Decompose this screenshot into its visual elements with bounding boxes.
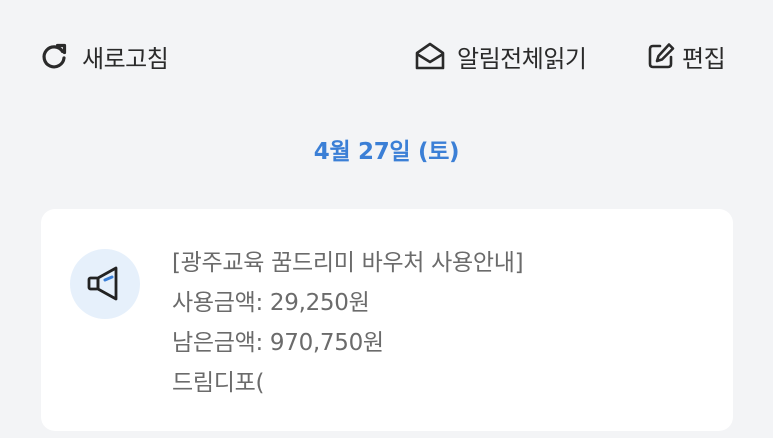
read-all-button[interactable]: 알림전체읽기 [413,38,587,74]
merchant-name: 드림디포( [172,370,265,396]
notification-title: [광주교육 꿈드리미 바우처 사용안내] [172,250,524,276]
envelope-open-icon [413,40,447,72]
edit-button[interactable]: 편집 [645,38,726,74]
remaining-amount: 남은금액: 970,750원 [172,330,384,356]
read-all-label: 알림전체읽기 [457,44,587,73]
date-header: 4월 27일 (토) [313,139,460,165]
refresh-icon [38,40,70,72]
megaphone-icon [70,249,140,319]
notification-body: [광주교육 꿈드리미 바우처 사용안내] 사용금액: 29,250원 남은금액:… [172,243,713,403]
refresh-label: 새로고침 [82,44,169,73]
top-toolbar: 새로고침 알림전체읽기 편집 [0,0,773,110]
refresh-button[interactable]: 새로고침 [38,38,169,74]
notification-card[interactable]: [광주교육 꿈드리미 바우처 사용안내] 사용금액: 29,250원 남은금액:… [41,209,733,431]
edit-label: 편집 [682,44,726,73]
used-amount: 사용금액: 29,250원 [172,290,370,316]
edit-icon [645,40,677,72]
